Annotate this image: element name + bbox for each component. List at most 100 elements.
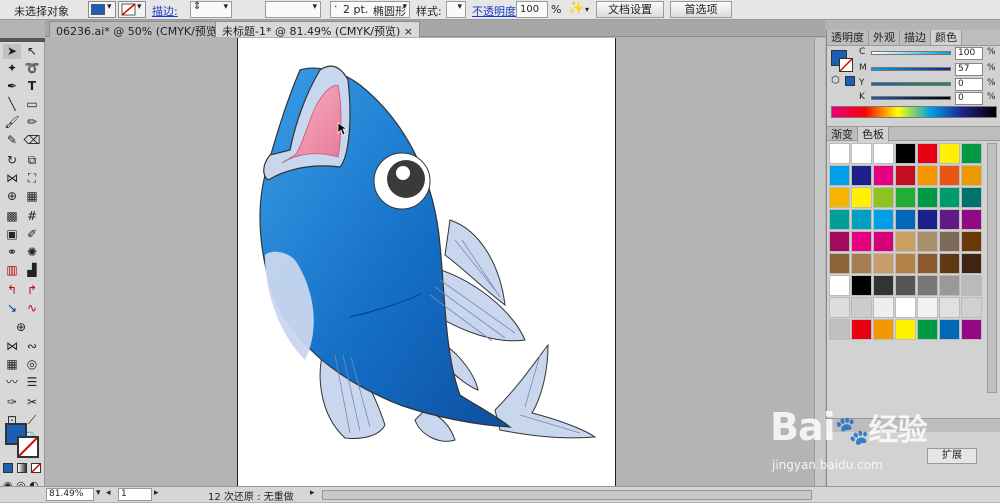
bloat-tool-icon[interactable]: ◎ xyxy=(23,357,41,372)
color-swatch[interactable] xyxy=(895,209,916,230)
zoom-dropdown-icon[interactable]: ▾ xyxy=(96,488,101,498)
channel-y-input[interactable]: 0 xyxy=(955,78,983,91)
pen-tool-icon[interactable]: ✒ xyxy=(3,79,21,94)
free-transform-tool-icon[interactable]: ⛶ xyxy=(23,171,41,186)
color-swatch[interactable] xyxy=(917,143,938,164)
zoom-input[interactable]: 81.49% xyxy=(46,488,94,501)
color-swatch[interactable] xyxy=(895,165,916,186)
channel-m-slider[interactable] xyxy=(871,67,951,71)
crosshair-tool-icon[interactable]: ⊕ xyxy=(12,320,30,335)
color-swatch[interactable] xyxy=(895,143,916,164)
color-swatch[interactable] xyxy=(895,253,916,274)
color-stroke-swatch[interactable] xyxy=(839,58,853,72)
gamut-warning-icon[interactable]: ⬡ xyxy=(831,75,840,86)
page-input[interactable]: 1 xyxy=(118,488,152,501)
twirl-tool-icon[interactable]: ∾ xyxy=(23,339,41,354)
envelope-tool-icon[interactable]: ⋈ xyxy=(3,339,21,354)
color-swatch[interactable] xyxy=(961,253,982,274)
channel-k-slider[interactable] xyxy=(871,96,951,100)
color-mode-icon[interactable] xyxy=(3,463,13,473)
warp-tool-icon[interactable]: ∿ xyxy=(23,301,41,316)
slice-tool-icon[interactable]: ↱ xyxy=(23,283,41,298)
fill-color-button[interactable]: ▾ xyxy=(88,1,116,18)
horizontal-scrollbar[interactable] xyxy=(322,490,812,500)
blob-brush-tool-icon[interactable]: ✎ xyxy=(3,133,21,148)
pencil-tool-icon[interactable]: ✏ xyxy=(23,115,41,130)
lasso-tool-icon[interactable]: ➰ xyxy=(23,61,41,76)
color-spectrum-bar[interactable] xyxy=(831,106,997,118)
rotate-tool-icon[interactable]: ↻ xyxy=(3,153,21,168)
color-swatch[interactable] xyxy=(917,165,938,186)
perspective-grid-tool-icon[interactable]: ▩ xyxy=(3,209,21,224)
mesh-tool-icon[interactable]: # xyxy=(23,209,41,224)
style-dropdown[interactable]: ▾ xyxy=(446,1,466,18)
color-swatch[interactable] xyxy=(895,319,916,340)
artboard-tool-icon[interactable]: ↰ xyxy=(3,283,21,298)
color-swatch[interactable] xyxy=(917,297,938,318)
tab-transparency[interactable]: 透明度 xyxy=(827,30,869,45)
color-swatch[interactable] xyxy=(873,275,894,296)
color-swatch[interactable] xyxy=(829,143,850,164)
stroke-label[interactable]: 描边: xyxy=(152,3,178,19)
color-swatch[interactable] xyxy=(961,187,982,208)
width-tool-icon[interactable]: ⋈ xyxy=(3,171,21,186)
channel-m-input[interactable]: 57 xyxy=(955,63,983,76)
color-swatch[interactable] xyxy=(939,143,960,164)
scale-tool-icon[interactable]: ⧉ xyxy=(23,153,41,168)
recolor-menu-icon[interactable]: ▾ xyxy=(585,5,589,14)
color-swatch[interactable] xyxy=(873,187,894,208)
crystallize-tool-icon[interactable]: ▦ xyxy=(3,357,21,372)
expand-button[interactable]: 扩展 xyxy=(927,448,977,464)
color-swatch[interactable] xyxy=(829,253,850,274)
brush-dropdown[interactable]: · 2 pt. 椭圆形 ▾ xyxy=(330,0,410,18)
line-tool-icon[interactable]: ╲ xyxy=(3,97,21,112)
next-page-icon[interactable]: ▸ xyxy=(154,488,159,498)
tab-06236[interactable]: 06236.ai* @ 50% (CMYK/预览) × xyxy=(49,21,241,38)
web-color-swatch[interactable] xyxy=(845,76,855,86)
prev-page-icon[interactable]: ◂ xyxy=(106,488,111,498)
column-graph-tool-icon[interactable]: ▟ xyxy=(23,263,41,278)
color-swatch[interactable] xyxy=(851,319,872,340)
color-swatch[interactable] xyxy=(851,231,872,252)
color-swatch[interactable] xyxy=(829,297,850,318)
color-swatch[interactable] xyxy=(851,165,872,186)
color-swatch[interactable] xyxy=(939,165,960,186)
magic-wand-tool-icon[interactable]: ✦ xyxy=(3,61,21,76)
color-swatch[interactable] xyxy=(873,143,894,164)
color-swatch[interactable] xyxy=(939,209,960,230)
color-swatch[interactable] xyxy=(873,253,894,274)
opacity-label[interactable]: 不透明度: xyxy=(472,3,520,19)
channel-y-slider[interactable] xyxy=(871,82,951,86)
color-swatch[interactable] xyxy=(917,253,938,274)
tab-untitled-1[interactable]: 未标题-1* @ 81.49% (CMYK/预览) × xyxy=(215,21,421,38)
type-tool-icon[interactable]: T xyxy=(23,79,41,94)
color-swatch[interactable] xyxy=(917,209,938,230)
scissors-tool-icon[interactable]: ✂ xyxy=(23,395,41,410)
reshape-tool-icon[interactable]: ↘ xyxy=(3,301,21,316)
color-swatch[interactable] xyxy=(873,231,894,252)
color-swatch[interactable] xyxy=(873,209,894,230)
color-swatch[interactable] xyxy=(829,165,850,186)
opacity-input[interactable]: 100 xyxy=(516,1,548,18)
swatch-scrollbar[interactable] xyxy=(987,143,997,393)
wrinkle-tool-icon[interactable]: 〰 xyxy=(3,375,21,390)
rectangle-tool-icon[interactable]: ▭ xyxy=(23,97,41,112)
color-swatch[interactable] xyxy=(829,209,850,230)
color-swatch[interactable] xyxy=(829,231,850,252)
color-swatch[interactable] xyxy=(917,275,938,296)
eyedropper-tool-icon[interactable]: ✐ xyxy=(23,227,41,242)
color-swatch[interactable] xyxy=(873,165,894,186)
color-swatch[interactable] xyxy=(829,275,850,296)
direct-selection-tool-icon[interactable]: ↖ xyxy=(23,44,41,59)
knife-tool-icon[interactable]: ✑ xyxy=(3,395,21,410)
color-swatch[interactable] xyxy=(917,231,938,252)
color-swatch[interactable] xyxy=(961,297,982,318)
color-swatch[interactable] xyxy=(895,231,916,252)
blend-tool-icon[interactable]: ⚭ xyxy=(3,245,21,260)
document-setup-button[interactable]: 文档设置 xyxy=(596,1,664,18)
none-mode-icon[interactable] xyxy=(31,463,41,473)
color-swatch[interactable] xyxy=(829,187,850,208)
color-swatch[interactable] xyxy=(851,187,872,208)
color-swatch[interactable] xyxy=(851,143,872,164)
color-swatch[interactable] xyxy=(829,319,850,340)
